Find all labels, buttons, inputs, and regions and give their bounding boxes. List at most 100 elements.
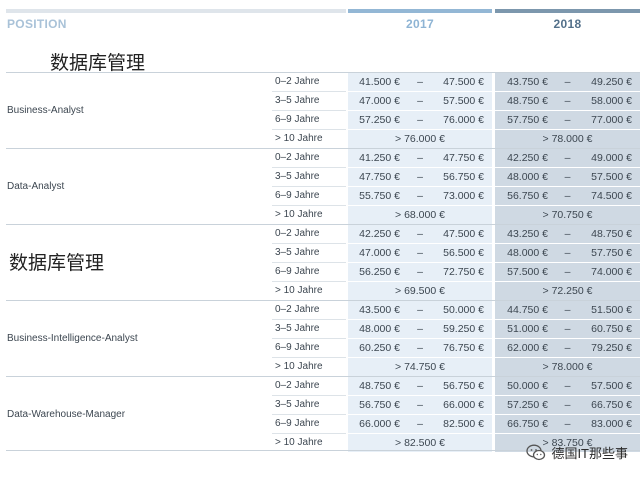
salary-max: 47.500 € [443, 76, 484, 88]
salary-cell: 43.750 € –49.250 € [495, 73, 640, 91]
salary-max: 51.500 € [591, 304, 632, 316]
salary-min-open: > 76.000 € [395, 133, 445, 145]
salary-max: 56.750 € [443, 380, 484, 392]
role-name: Data-Warehouse-Manager [7, 409, 126, 420]
salary-max: 66.750 € [591, 399, 632, 411]
salary-cell: 42.250 € –47.500 € [348, 225, 492, 243]
salary-cell: 48.750 € –58.000 € [495, 92, 640, 110]
salary-max: 49.000 € [591, 152, 632, 164]
row-divider [272, 243, 346, 244]
experience-label: > 10 Jahre [275, 285, 323, 296]
salary-max: 48.750 € [591, 228, 632, 240]
row-divider [272, 357, 346, 358]
salary-max: 49.250 € [591, 76, 632, 88]
salary-cell: 57.500 € –74.000 € [495, 263, 640, 281]
experience-label: 0–2 Jahre [275, 228, 320, 239]
salary-cell: 51.000 € –60.750 € [495, 320, 640, 338]
salary-cell: > 78.000 € [495, 130, 640, 148]
salary-cell: 56.750 € –74.500 € [495, 187, 640, 205]
salary-cell: 48.000 € –59.250 € [348, 320, 492, 338]
salary-max: 74.500 € [591, 190, 632, 202]
salary-min-open: > 70.750 € [542, 209, 593, 221]
salary-cell: > 72.250 € [495, 282, 640, 300]
wechat-icon [526, 444, 546, 461]
salary-cell: 47.750 € –56.750 € [348, 168, 492, 186]
experience-label: 3–5 Jahre [275, 247, 320, 258]
column-header-position: POSITION [7, 17, 67, 31]
salary-cell: > 68.000 € [348, 206, 492, 224]
row-divider [272, 129, 346, 130]
salary-cell: 47.000 € –56.500 € [348, 244, 492, 262]
salary-max: 59.250 € [443, 323, 484, 335]
salary-cell: > 69.500 € [348, 282, 492, 300]
watermark-text: 数据库管理 [9, 252, 105, 274]
salary-max: 56.500 € [443, 247, 484, 259]
experience-label: 3–5 Jahre [275, 399, 320, 410]
salary-cell: 41.500 € –47.500 € [348, 73, 492, 91]
salary-max: 57.750 € [591, 247, 632, 259]
salary-cell: 56.750 € –66.000 € [348, 396, 492, 414]
column-header-2018: 2018 [553, 17, 582, 31]
row-divider [272, 319, 346, 320]
salary-max: 83.000 € [591, 418, 632, 430]
experience-label: 3–5 Jahre [275, 171, 320, 182]
salary-cell: 48.000 € –57.750 € [495, 244, 640, 262]
salary-max: 73.000 € [443, 190, 484, 202]
salary-cell: 47.000 € –57.500 € [348, 92, 492, 110]
salary-cell: 55.750 € –73.000 € [348, 187, 492, 205]
salary-cell: 41.250 € –47.750 € [348, 149, 492, 167]
salary-min-open: > 68.000 € [395, 209, 445, 221]
salary-cell: 57.750 € –77.000 € [495, 111, 640, 129]
experience-label: 0–2 Jahre [275, 76, 320, 87]
experience-label: 0–2 Jahre [275, 304, 320, 315]
row-divider [272, 433, 346, 434]
salary-min-open: > 69.500 € [395, 285, 445, 297]
salary-cell: 66.750 € –83.000 € [495, 415, 640, 433]
experience-label: 6–9 Jahre [275, 190, 320, 201]
salary-cell: 57.250 € –76.000 € [348, 111, 492, 129]
salary-max: 74.000 € [591, 266, 632, 278]
salary-cell: 43.250 € –48.750 € [495, 225, 640, 243]
salary-cell: 44.750 € –51.500 € [495, 301, 640, 319]
experience-label: 0–2 Jahre [275, 380, 320, 391]
salary-min-open: > 74.750 € [395, 361, 445, 373]
row-divider [272, 414, 346, 415]
header-bar-2017 [348, 9, 492, 13]
salary-max: 56.750 € [443, 171, 484, 183]
header-bar-2018 [495, 9, 640, 13]
salary-max: 50.000 € [443, 304, 484, 316]
salary-max: 57.500 € [443, 95, 484, 107]
experience-label: > 10 Jahre [275, 209, 323, 220]
salary-cell: 66.000 € –82.500 € [348, 415, 492, 433]
salary-cell: 60.250 € –76.750 € [348, 339, 492, 357]
row-divider [272, 110, 346, 111]
header-bar-position [6, 9, 346, 13]
experience-label: 3–5 Jahre [275, 323, 320, 334]
row-divider [272, 281, 346, 282]
row-divider [272, 205, 346, 206]
salary-min-open: > 72.250 € [542, 285, 593, 297]
experience-label: 6–9 Jahre [275, 342, 320, 353]
experience-label: 0–2 Jahre [275, 152, 320, 163]
salary-max: 57.500 € [591, 171, 632, 183]
salary-max: 72.750 € [443, 266, 484, 278]
column-header-2017: 2017 [406, 17, 434, 31]
salary-cell: 48.750 € –56.750 € [348, 377, 492, 395]
salary-max: 58.000 € [591, 95, 632, 107]
salary-min-open: > 78.000 € [542, 133, 593, 145]
row-divider [272, 91, 346, 92]
salary-cell: > 78.000 € [495, 358, 640, 376]
salary-cell: 56.250 € –72.750 € [348, 263, 492, 281]
salary-max: 79.250 € [591, 342, 632, 354]
salary-max: 76.000 € [443, 114, 484, 126]
salary-max: 47.500 € [443, 228, 484, 240]
salary-cell: 57.250 € –66.750 € [495, 396, 640, 414]
salary-cell: 42.250 € –49.000 € [495, 149, 640, 167]
salary-cell: > 74.750 € [348, 358, 492, 376]
row-divider [272, 395, 346, 396]
watermark-text: 数据库管理 [50, 52, 146, 74]
brand-watermark: 德国IT那些事 [526, 443, 628, 462]
row-divider [272, 167, 346, 168]
experience-label: > 10 Jahre [275, 133, 323, 144]
salary-max: 76.750 € [443, 342, 484, 354]
